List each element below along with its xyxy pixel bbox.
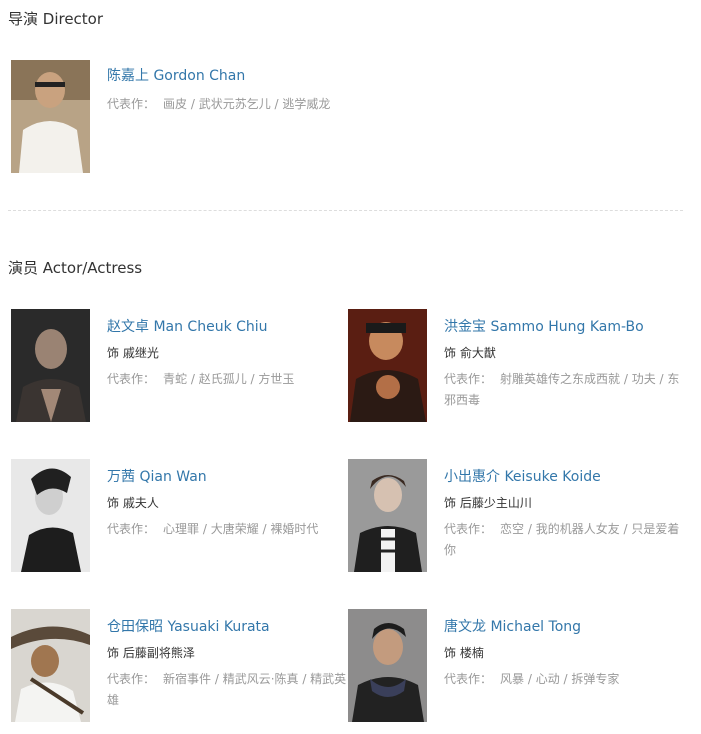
cast-works: 代表作： 恋空 / 我的机器人女友 / 只是爱着你 bbox=[444, 519, 684, 561]
cast-name-link[interactable]: 赵文卓 Man Cheuk Chiu bbox=[107, 317, 347, 337]
section-divider bbox=[8, 210, 683, 211]
cast-role: 饰 后藤少主山川 bbox=[444, 496, 532, 510]
cast-photo[interactable] bbox=[11, 609, 90, 722]
works-label: 代表作： bbox=[107, 672, 156, 686]
cast-works: 代表作： 青蛇 / 赵氏孤儿 / 方世玉 bbox=[107, 369, 347, 390]
works-list: 风暴 / 心动 / 拆弹专家 bbox=[500, 672, 620, 686]
works-label: 代表作： bbox=[444, 372, 493, 386]
works-label: 代表作： bbox=[107, 372, 156, 386]
cast-card: 仓田保昭 Yasuaki Kurata 饰 后藤副将熊泽 代表作： 新宿事件 / … bbox=[8, 609, 346, 727]
director-works: 代表作： 画皮 / 武状元苏乞儿 / 逃学威龙 bbox=[107, 94, 347, 115]
cast-works: 代表作： 新宿事件 / 精武风云·陈真 / 精武英雄 bbox=[107, 669, 347, 711]
director-section-title: 导演 Director bbox=[8, 10, 104, 28]
cast-role: 饰 后藤副将熊泽 bbox=[107, 646, 195, 660]
cast-section-title: 演员 Actor/Actress bbox=[8, 259, 143, 277]
cast-works: 代表作： 风暴 / 心动 / 拆弹专家 bbox=[444, 669, 684, 690]
director-card: 陈嘉上 Gordon Chan 代表作： 画皮 / 武状元苏乞儿 / 逃学威龙 bbox=[8, 60, 338, 178]
works-list: 心理罪 / 大唐荣耀 / 裸婚时代 bbox=[163, 522, 319, 536]
cast-photo[interactable] bbox=[11, 309, 90, 422]
cast-role: 饰 楼楠 bbox=[444, 646, 484, 660]
cast-card: 小出惠介 Keisuke Koide 饰 后藤少主山川 代表作： 恋空 / 我的机… bbox=[345, 459, 679, 577]
cast-name-link[interactable]: 小出惠介 Keisuke Koide bbox=[444, 467, 684, 487]
director-photo[interactable] bbox=[11, 60, 90, 173]
cast-photo[interactable] bbox=[348, 609, 427, 722]
works-label: 代表作： bbox=[107, 522, 156, 536]
cast-photo[interactable] bbox=[348, 459, 427, 572]
cast-role: 饰 戚夫人 bbox=[107, 496, 159, 510]
cast-name-link[interactable]: 洪金宝 Sammo Hung Kam-Bo bbox=[444, 317, 684, 337]
cast-card: 洪金宝 Sammo Hung Kam-Bo 饰 俞大猷 代表作： 射雕英雄传之东成… bbox=[345, 309, 679, 427]
person-photo-icon bbox=[11, 60, 90, 173]
cast-name-link[interactable]: 仓田保昭 Yasuaki Kurata bbox=[107, 617, 347, 637]
cast-photo[interactable] bbox=[348, 309, 427, 422]
works-label: 代表作： bbox=[107, 97, 156, 111]
works-list: 青蛇 / 赵氏孤儿 / 方世玉 bbox=[163, 372, 295, 386]
cast-role: 饰 俞大猷 bbox=[444, 346, 496, 360]
works-label: 代表作： bbox=[444, 522, 493, 536]
cast-role: 饰 戚继光 bbox=[107, 346, 159, 360]
cast-card: 赵文卓 Man Cheuk Chiu 饰 戚继光 代表作： 青蛇 / 赵氏孤儿 /… bbox=[8, 309, 338, 427]
works-label: 代表作： bbox=[444, 672, 493, 686]
works-list: 画皮 / 武状元苏乞儿 / 逃学威龙 bbox=[163, 97, 331, 111]
director-name-link[interactable]: 陈嘉上 Gordon Chan bbox=[107, 66, 347, 86]
cast-name-link[interactable]: 唐文龙 Michael Tong bbox=[444, 617, 684, 637]
cast-name-link[interactable]: 万茜 Qian Wan bbox=[107, 467, 347, 487]
cast-works: 代表作： 射雕英雄传之东成西就 / 功夫 / 东邪西毒 bbox=[444, 369, 684, 411]
cast-card: 万茜 Qian Wan 饰 戚夫人 代表作： 心理罪 / 大唐荣耀 / 裸婚时代 bbox=[8, 459, 338, 577]
cast-photo[interactable] bbox=[11, 459, 90, 572]
cast-card: 唐文龙 Michael Tong 饰 楼楠 代表作： 风暴 / 心动 / 拆弹专家 bbox=[345, 609, 675, 727]
cast-works: 代表作： 心理罪 / 大唐荣耀 / 裸婚时代 bbox=[107, 519, 347, 540]
